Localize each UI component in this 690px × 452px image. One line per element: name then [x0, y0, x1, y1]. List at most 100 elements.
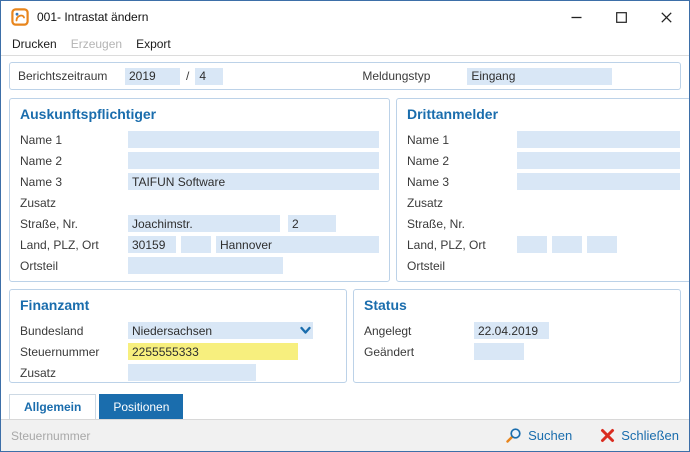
menu-export[interactable]: Export [129, 35, 178, 53]
chevron-down-icon [299, 324, 312, 337]
suchen-button[interactable]: Suchen [505, 427, 572, 444]
steuernummer-input[interactable] [128, 343, 298, 360]
group-title: Auskunftspflichtiger [20, 106, 379, 122]
group-title: Finanzamt [20, 297, 336, 313]
field-row: Ortsteil [407, 255, 680, 276]
name3-input[interactable] [128, 173, 379, 190]
field-row: Name 3 [407, 171, 680, 192]
hausnummer-input[interactable] [288, 215, 336, 232]
strasse-label: Straße, Nr. [20, 217, 128, 231]
plz-input[interactable] [128, 236, 176, 253]
field-row: Straße, Nr. [20, 213, 379, 234]
group-title: Status [364, 297, 670, 313]
name1-label: Name 1 [20, 133, 128, 147]
name1-input[interactable] [128, 131, 379, 148]
field-row: Geändert [364, 341, 670, 362]
da-name1-input[interactable] [517, 131, 680, 148]
group-drittanmelder: Drittanmelder Name 1 Name 2 Name 3 Zusat… [396, 98, 690, 282]
ortsteil-label: Ortsteil [407, 259, 517, 273]
close-red-icon [600, 428, 615, 443]
geaendert-label: Geändert [364, 345, 474, 359]
titlebar: 001- Intrastat ändern [1, 1, 689, 33]
window-controls [554, 1, 689, 33]
menu-drucken[interactable]: Drucken [5, 35, 64, 53]
field-row: Bundesland Niedersachsen [20, 320, 336, 341]
da-plz-input[interactable] [517, 236, 547, 253]
maximize-icon [616, 12, 627, 23]
field-row: Land, PLZ, Ort [20, 234, 379, 255]
ortsteil-label: Ortsteil [20, 259, 128, 273]
tab-bar: Allgemein Positionen [9, 394, 681, 419]
period-input[interactable] [195, 68, 223, 85]
tab-positionen[interactable]: Positionen [99, 394, 183, 419]
field-row: Name 2 [20, 150, 379, 171]
da-ort-input[interactable] [587, 236, 617, 253]
menu-erzeugen: Erzeugen [64, 35, 129, 53]
group-title: Drittanmelder [407, 106, 680, 122]
field-row: Straße, Nr. [407, 213, 680, 234]
da-name2-input[interactable] [517, 152, 680, 169]
angelegt-label: Angelegt [364, 324, 474, 338]
name1-label: Name 1 [407, 133, 517, 147]
field-row: Land, PLZ, Ort [407, 234, 680, 255]
field-row: Steuernummer [20, 341, 336, 362]
suchen-label: Suchen [528, 428, 572, 443]
da-land-input[interactable] [552, 236, 582, 253]
bundesland-value: Niedersachsen [132, 324, 299, 338]
zusatz-label: Zusatz [20, 196, 128, 210]
app-window: 001- Intrastat ändern Drucken Er [0, 0, 690, 452]
maximize-button[interactable] [599, 1, 644, 33]
land-plz-ort-label: Land, PLZ, Ort [20, 238, 128, 252]
window-title: 001- Intrastat ändern [37, 10, 554, 24]
land-plz-ort-label: Land, PLZ, Ort [407, 238, 517, 252]
meldungstyp-label: Meldungstyp [362, 69, 467, 83]
tab-allgemein[interactable]: Allgemein [9, 394, 96, 419]
name3-label: Name 3 [407, 175, 517, 189]
statusbar-hint: Steuernummer [11, 429, 477, 443]
field-row: Angelegt [364, 320, 670, 341]
ortsteil-input[interactable] [128, 257, 283, 274]
geaendert-field [474, 343, 524, 360]
menubar: Drucken Erzeugen Export [1, 33, 689, 56]
field-row: Zusatz [407, 192, 680, 213]
year-input[interactable] [125, 68, 180, 85]
report-period-panel: Berichtszeitraum / Meldungstyp [9, 62, 681, 90]
field-row: Name 1 [407, 129, 680, 150]
groups-row-1: Auskunftspflichtiger Name 1 Name 2 Name … [9, 98, 681, 282]
close-window-button[interactable] [644, 1, 689, 33]
app-icon [11, 8, 29, 26]
close-icon [661, 12, 672, 23]
name2-input[interactable] [128, 152, 379, 169]
steuernummer-label: Steuernummer [20, 345, 128, 359]
groups-row-2: Finanzamt Bundesland Niedersachsen Steue… [9, 289, 681, 383]
minimize-button[interactable] [554, 1, 599, 33]
statusbar: Steuernummer Suchen Schließen [1, 419, 689, 451]
strasse-input[interactable] [128, 215, 280, 232]
name2-label: Name 2 [407, 154, 517, 168]
fa-zusatz-input[interactable] [128, 364, 256, 381]
da-name3-input[interactable] [517, 173, 680, 190]
content-area: Berichtszeitraum / Meldungstyp Auskunfts… [1, 56, 689, 419]
land-input[interactable] [181, 236, 211, 253]
schliessen-button[interactable]: Schließen [600, 428, 679, 443]
berichtszeitraum-label: Berichtszeitraum [18, 69, 125, 83]
group-status: Status Angelegt Geändert [353, 289, 681, 383]
field-row: Zusatz [20, 192, 379, 213]
search-icon [505, 427, 522, 444]
field-row: Name 1 [20, 129, 379, 150]
bundesland-label: Bundesland [20, 324, 128, 338]
group-auskunftspflichtiger: Auskunftspflichtiger Name 1 Name 2 Name … [9, 98, 390, 282]
schliessen-label: Schließen [621, 428, 679, 443]
fa-zusatz-label: Zusatz [20, 366, 128, 380]
group-finanzamt: Finanzamt Bundesland Niedersachsen Steue… [9, 289, 347, 383]
field-row: Ortsteil [20, 255, 379, 276]
bundesland-select[interactable]: Niedersachsen [128, 322, 313, 339]
angelegt-field [474, 322, 549, 339]
field-row: Name 2 [407, 150, 680, 171]
meldungstyp-input[interactable] [467, 68, 612, 85]
field-row: Name 3 [20, 171, 379, 192]
zusatz-label: Zusatz [407, 196, 517, 210]
field-row: Zusatz [20, 362, 336, 383]
period-separator: / [186, 69, 189, 83]
ort-input[interactable] [216, 236, 379, 253]
